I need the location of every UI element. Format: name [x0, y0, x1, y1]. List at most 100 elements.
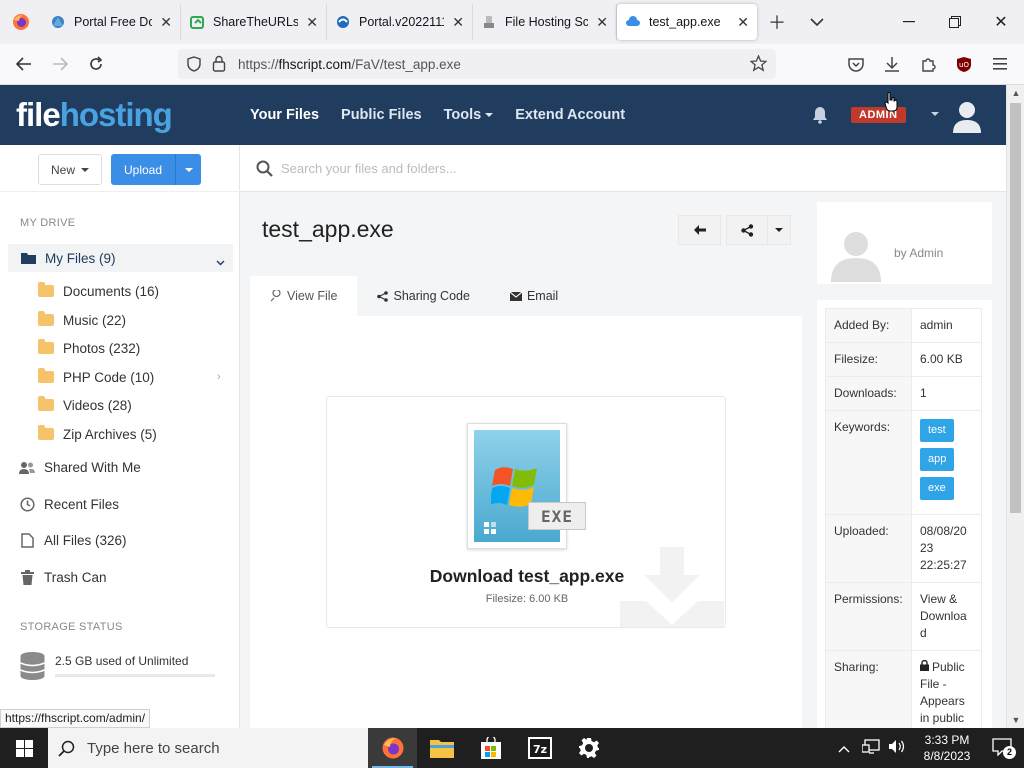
sidebar-item-label: My Files (9) [45, 250, 116, 266]
show-hidden-icons-chevron-icon[interactable] [838, 741, 850, 756]
taskbar-file-explorer-icon[interactable] [417, 728, 466, 768]
close-tab-icon[interactable]: ✕ [737, 14, 749, 31]
account-dropdown-chevron-icon[interactable] [931, 112, 939, 116]
back-icon[interactable] [6, 48, 42, 80]
tracking-protection-shield-icon[interactable] [186, 56, 202, 75]
sidebar-item-php-code[interactable]: PHP Code (10) › [0, 363, 240, 391]
download-file-link[interactable]: Download test_app.exe [327, 566, 725, 587]
exe-file-thumbnail[interactable]: EXE [467, 423, 586, 549]
url-text[interactable]: https://fhscript.com/FaV/test_app.exe [238, 57, 461, 72]
bookmark-star-icon[interactable] [749, 54, 768, 75]
taskbar-7zip-icon[interactable]: 7z [515, 728, 564, 768]
network-icon[interactable] [861, 739, 880, 757]
sidebar-item-all-files[interactable]: All Files (326) [0, 526, 240, 554]
user-avatar-icon[interactable] [951, 99, 983, 136]
sidebar-item-documents[interactable]: Documents (16) [0, 277, 240, 305]
browser-tab[interactable]: ShareTheURLs » ✕ [181, 4, 327, 40]
sidebar-item-shared-with-me[interactable]: Shared With Me [0, 453, 240, 481]
details-key: Filesize: [825, 342, 912, 377]
taskbar-settings-gear-icon[interactable] [564, 728, 613, 768]
windows-start-icon[interactable] [0, 728, 48, 768]
sidebar: New Upload MY DRIVE My Files (9) Documen… [0, 145, 240, 728]
new-button[interactable]: New [38, 154, 102, 185]
lock-icon[interactable] [212, 55, 226, 75]
status-bar-link: https://fhscript.com/admin/ [0, 709, 151, 728]
browser-tab-active[interactable]: test_app.exe ✕ [617, 4, 757, 40]
sidebar-item-trash-can[interactable]: Trash Can [0, 563, 240, 591]
sidebar-item-recent-files[interactable]: Recent Files [0, 490, 240, 518]
upload-dropdown-chevron-icon[interactable] [176, 167, 201, 172]
hand-cursor-icon [884, 92, 898, 115]
hamburger-menu-icon[interactable] [982, 48, 1018, 80]
close-window-icon[interactable]: ✕ [978, 0, 1024, 44]
volume-icon[interactable] [888, 739, 906, 757]
taskbar-firefox-icon[interactable] [368, 728, 417, 768]
reload-icon[interactable] [78, 48, 114, 80]
nav-your-files[interactable]: Your Files [250, 107, 319, 123]
pocket-icon[interactable] [838, 48, 874, 80]
new-tab-icon[interactable]: ＋ [757, 4, 797, 40]
sidebar-item-zip-archives[interactable]: Zip Archives (5) [0, 420, 240, 448]
sidebar-item-photos[interactable]: Photos (232) [0, 334, 240, 362]
list-all-tabs-icon[interactable] [797, 4, 837, 40]
keyword-tag[interactable]: exe [920, 477, 954, 500]
browser-tab[interactable]: File Hosting Scri ✕ [473, 4, 617, 40]
sidebar-item-label: Photos (232) [63, 340, 141, 356]
site-logo[interactable]: filehosting [16, 96, 173, 134]
ublock-origin-icon[interactable]: uO [946, 48, 982, 80]
sidebar-divider [0, 191, 240, 192]
browser-tab[interactable]: Portal Free Down ✕ [42, 4, 181, 40]
tab-view-file[interactable]: View File [250, 276, 358, 316]
taskbar-store-icon[interactable] [466, 728, 515, 768]
folder-icon [38, 311, 54, 328]
sidebar-item-label: Music (22) [63, 312, 127, 328]
sidebar-item-music[interactable]: Music (22) [0, 306, 240, 334]
minimize-window-icon[interactable] [886, 0, 932, 44]
scroll-down-arrow-icon[interactable]: ▼ [1007, 712, 1024, 728]
extensions-icon[interactable] [910, 48, 946, 80]
nav-extend-account[interactable]: Extend Account [515, 107, 625, 123]
search-input[interactable] [281, 160, 681, 176]
close-tab-icon[interactable]: ✕ [306, 14, 318, 31]
chevron-down-icon [485, 113, 494, 118]
download-card[interactable]: EXE Download test_app.exe Filesize: 6.00… [326, 396, 726, 628]
file-hosting-favicon-icon [481, 14, 497, 30]
close-tab-icon[interactable]: ✕ [596, 14, 608, 31]
upload-button[interactable]: Upload [111, 154, 201, 185]
notifications-center-icon[interactable]: 2 [992, 737, 1016, 759]
nav-tools[interactable]: Tools [444, 107, 494, 123]
back-button[interactable] [678, 215, 721, 245]
sidebar-item-label: Trash Can [44, 569, 107, 585]
keyword-tag[interactable]: test [920, 419, 954, 442]
page-scrollbar[interactable]: ▲ ▼ [1006, 85, 1024, 728]
browser-tab[interactable]: Portal.v2022111 ✕ [327, 4, 473, 40]
nav-public-files[interactable]: Public Files [341, 107, 422, 123]
details-value: 6.00 KB [911, 342, 982, 377]
tab-sharing-code[interactable]: Sharing Code [357, 276, 489, 316]
restore-window-icon[interactable] [932, 0, 978, 44]
keyword-tag[interactable]: app [920, 448, 955, 471]
notifications-bell-icon[interactable] [811, 106, 829, 127]
share-dropdown-button[interactable] [767, 215, 791, 245]
firefox-menu-icon[interactable] [0, 0, 42, 44]
sidebar-item-videos[interactable]: Videos (28) [0, 391, 240, 419]
taskbar-clock[interactable]: 3:33 PM 8/8/2023 [912, 732, 982, 764]
address-bar[interactable]: https://fhscript.com/FaV/test_app.exe [178, 49, 776, 79]
share-button[interactable] [726, 215, 768, 245]
tab-email[interactable]: Email [490, 276, 578, 316]
taskbar-search-box[interactable] [48, 728, 368, 768]
details-value-line: Public [932, 660, 965, 674]
sidebar-item-my-files[interactable]: My Files (9) [8, 244, 233, 272]
scroll-up-arrow-icon[interactable]: ▲ [1007, 85, 1024, 101]
scrollbar-thumb[interactable] [1010, 103, 1021, 513]
taskbar-search-input[interactable] [87, 739, 357, 757]
close-tab-icon[interactable]: ✕ [452, 14, 464, 31]
storage-status-heading: STORAGE STATUS [20, 621, 123, 633]
chevron-down-icon[interactable] [216, 254, 225, 269]
downloads-icon[interactable] [874, 48, 910, 80]
forward-icon[interactable] [42, 48, 78, 80]
close-tab-icon[interactable]: ✕ [160, 14, 172, 31]
search-icon[interactable] [256, 160, 273, 177]
owner-avatar-icon [831, 232, 881, 282]
chevron-right-icon[interactable]: › [217, 371, 221, 383]
